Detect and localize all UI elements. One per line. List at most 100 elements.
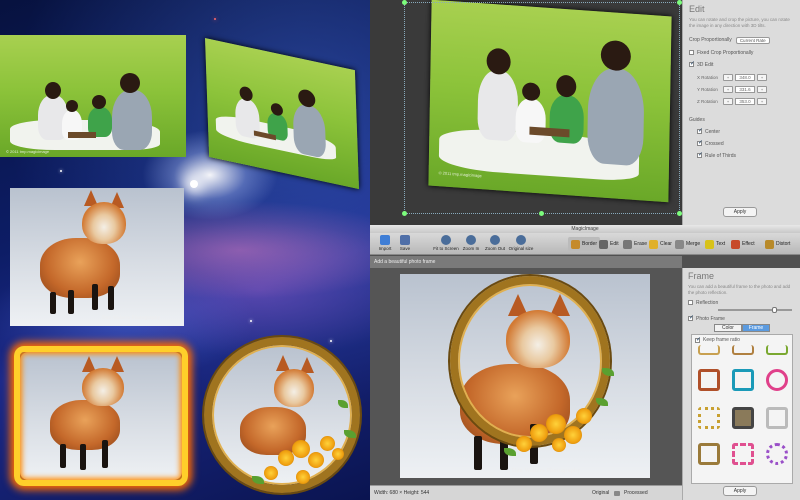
x-rotation-increase-button[interactable]: +	[757, 73, 767, 81]
guide-crossed-checkbox[interactable]	[697, 139, 703, 147]
reflection-checkbox[interactable]	[688, 300, 693, 306]
family-photo: © 2011 tmp.magicimage	[0, 35, 186, 157]
y-rotation-increase-button[interactable]: +	[757, 85, 767, 93]
panel-title: Edit	[689, 4, 705, 14]
window-titlebar: MagicImage	[370, 225, 800, 233]
frame-thumbnail[interactable]	[698, 443, 720, 465]
tab-edit[interactable]: Edit	[596, 237, 622, 251]
y-rotation-decrease-button[interactable]: +	[723, 85, 733, 93]
crop-handle[interactable]	[402, 0, 407, 5]
image-dimensions: Width: 680 × Height: 544	[374, 490, 430, 496]
flower	[576, 408, 592, 424]
distort-icon	[765, 239, 774, 249]
father	[292, 101, 327, 160]
guide-crossed-row[interactable]: Crossed	[689, 139, 794, 147]
reflection-slider[interactable]	[718, 306, 792, 313]
frame-thumbnail[interactable]	[732, 407, 754, 429]
edit-window: © 2011 tmp.magicimage Edit You can rotat…	[370, 0, 800, 225]
flower	[530, 424, 548, 442]
mother-head	[45, 82, 61, 99]
ring-frame	[204, 337, 360, 493]
frame-thumbnail[interactable]	[732, 345, 754, 355]
photo-frame-checkbox[interactable]	[688, 314, 694, 322]
z-rotation-increase-button[interactable]: +	[757, 97, 767, 105]
tilt-row[interactable]: 3D Edit	[689, 60, 794, 68]
tab-edit-label: Edit	[610, 241, 619, 247]
fixed-crop-checkbox[interactable]	[689, 50, 694, 56]
original-label: Original	[592, 490, 610, 496]
tab-effect-label: Effect	[742, 241, 755, 247]
x-rotation-row: X Rotation + 348.0 +	[689, 73, 794, 81]
y-rotation-field[interactable]: 331.6	[735, 85, 755, 93]
original-size-icon	[516, 235, 526, 245]
tilt-checkbox[interactable]	[689, 60, 695, 68]
father	[112, 90, 152, 150]
keep-ratio-checkbox[interactable]	[695, 336, 701, 343]
tab-color[interactable]: Color	[714, 323, 742, 332]
view-toggle[interactable]	[614, 491, 620, 496]
frame-thumbnail[interactable]	[698, 345, 720, 355]
reflection-row[interactable]: Reflection	[688, 300, 795, 306]
frame-apply-button[interactable]: Apply	[723, 486, 757, 496]
flower	[332, 448, 344, 460]
flower	[564, 426, 582, 444]
frame-thumbnail[interactable]	[766, 407, 788, 429]
keep-ratio-row[interactable]: Keep frame ratio	[695, 336, 792, 343]
frame-thumbnail[interactable]	[766, 443, 788, 465]
guide-thirds-row[interactable]: Rule of Thirds	[689, 151, 794, 159]
tab-effect[interactable]: Effect	[728, 237, 758, 251]
z-rotation-decrease-button[interactable]: +	[723, 97, 733, 105]
tab-frame[interactable]: Frame	[742, 323, 770, 332]
apply-button[interactable]: Apply	[723, 207, 757, 217]
tab-clear[interactable]: Clear	[646, 237, 675, 251]
tab-border-label: Border	[582, 241, 598, 247]
fox-photo: Dan Walters Photography	[10, 188, 184, 326]
import-label: Import	[378, 246, 392, 251]
frame-thumbnail[interactable]	[698, 407, 720, 429]
frame-panel: Frame You can add a beautiful frame to t…	[682, 268, 800, 500]
frame-thumbnail[interactable]	[766, 345, 788, 355]
flower	[516, 436, 532, 452]
z-rotation-field[interactable]: 353.0	[735, 97, 755, 105]
fixed-crop-row[interactable]: Fixed Crop Proportionally	[689, 50, 794, 56]
frame-mode-segment: Color Frame	[714, 323, 795, 332]
effect-icon	[731, 239, 740, 249]
crop-handle[interactable]	[402, 211, 407, 216]
fixed-crop-label: Fixed Crop Proportionally	[697, 49, 754, 56]
x-rotation-field[interactable]: 348.0	[735, 73, 755, 81]
flower	[296, 470, 310, 484]
crop-handle[interactable]	[539, 211, 544, 216]
photo-frame-row[interactable]: Photo Frame	[688, 314, 795, 322]
guide-center-label: Center	[705, 128, 721, 135]
magicimage-window: MagicImage Import Save Fit to Screen Zoo…	[370, 225, 800, 500]
save-button[interactable]: Save	[392, 235, 418, 251]
star	[214, 18, 216, 20]
guide-center-row[interactable]: Center	[689, 127, 794, 135]
crop-proportionally-label: Crop Proportionally	[689, 37, 732, 44]
fit-to-screen-icon	[441, 235, 451, 245]
watermark: © 2011 tmp.magicimage	[6, 149, 50, 154]
original-size-label: Original size	[508, 246, 534, 251]
guide-center-checkbox[interactable]	[697, 127, 703, 135]
toolbar: Import Save Fit to Screen Zoom In Zoom O…	[370, 233, 800, 255]
frame-thumbnail[interactable]	[698, 369, 720, 391]
erase-icon	[623, 239, 632, 249]
original-size-button[interactable]: Original size	[504, 235, 538, 251]
tab-text-label: Text	[716, 241, 726, 247]
frame-thumbnail[interactable]	[766, 369, 788, 391]
tab-text[interactable]: Text	[702, 237, 728, 251]
crop-ratio-select[interactable]: Current Rate	[735, 36, 770, 44]
tab-merge[interactable]: Merge	[672, 237, 703, 251]
guide-crossed-label: Crossed	[705, 140, 724, 147]
tab-distort[interactable]: Distort	[762, 237, 793, 251]
frame-panel-description: You can add a beautiful frame to the pho…	[688, 284, 791, 295]
bright-star	[190, 180, 198, 188]
import-icon	[380, 235, 390, 245]
slider-knob[interactable]	[772, 306, 777, 313]
x-rotation-decrease-button[interactable]: +	[723, 73, 733, 81]
frame-thumbnail[interactable]	[732, 369, 754, 391]
frame-thumbnail[interactable]	[732, 443, 754, 465]
guide-thirds-checkbox[interactable]	[697, 151, 703, 159]
crop-box[interactable]	[404, 2, 680, 214]
edit-icon	[599, 239, 608, 249]
